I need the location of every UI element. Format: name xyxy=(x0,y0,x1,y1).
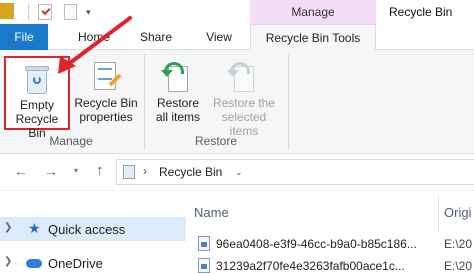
file-name: 96ea0408-e3f9-46cc-b9a0-b85c186... xyxy=(216,237,417,251)
window-title: Recycle Bin xyxy=(389,5,453,19)
restore-icon xyxy=(161,60,194,94)
empty-recycle-bin-label-line1: Empty xyxy=(19,98,54,112)
nav-item-onedrive[interactable]: ❯ OneDrive xyxy=(0,251,186,274)
navigation-pane: ❯ ★ Quick access ❯ OneDrive xyxy=(0,191,186,274)
ribbon-tab-bar: File Home Share View Recycle Bin Tools xyxy=(0,24,474,51)
toolbar-divider xyxy=(28,4,29,20)
forward-arrow-icon[interactable]: → xyxy=(44,163,58,179)
file-original-location: E:\20 xyxy=(444,259,473,273)
empty-recycle-bin-button[interactable]: Empty Recycle Bin xyxy=(4,56,70,140)
column-header-original-location[interactable]: Origi xyxy=(444,205,471,220)
column-divider[interactable] xyxy=(438,195,439,233)
recycle-bin-properties-button[interactable]: Recycle Bin properties xyxy=(74,56,138,130)
breadcrumb-recycle-bin[interactable]: Recycle Bin xyxy=(159,165,222,179)
properties-icon xyxy=(90,60,122,94)
properties-label-line1: Recycle Bin xyxy=(74,96,138,110)
recent-locations-chevron-down-icon[interactable]: ▾ xyxy=(74,166,78,175)
expand-chevron-icon[interactable]: ❯ xyxy=(4,256,12,267)
tab-view[interactable]: View xyxy=(199,24,239,50)
back-arrow-icon[interactable]: ← xyxy=(14,163,28,179)
title-bar: ▾ Manage Recycle Bin xyxy=(0,0,474,24)
restore-all-label-line1: Restore xyxy=(156,96,200,110)
context-tab-group-label: Manage xyxy=(250,0,376,24)
ribbon-panel: Empty Recycle Bin Recycle Bin properties… xyxy=(0,50,474,154)
breadcrumb-chevron-down-icon[interactable]: ⌄ xyxy=(235,167,243,178)
folder-icon xyxy=(0,3,14,19)
restore-selected-items-button[interactable]: Restore the selected items xyxy=(208,56,280,138)
file-row[interactable]: 96ea0408-e3f9-46cc-b9a0-b85c186... E:\20 xyxy=(186,233,474,255)
group-label-restore: Restore xyxy=(194,134,238,148)
breadcrumb-chevron-right-icon[interactable]: › xyxy=(143,164,147,178)
cloud-icon xyxy=(26,259,42,268)
tab-recycle-bin-tools[interactable]: Recycle Bin Tools xyxy=(250,24,376,51)
tab-file[interactable]: File xyxy=(0,24,48,50)
recycle-bin-icon xyxy=(21,62,53,96)
tab-home[interactable]: Home xyxy=(74,24,114,50)
group-divider xyxy=(288,54,289,150)
group-divider xyxy=(144,54,145,150)
up-arrow-icon[interactable]: ↑ xyxy=(96,162,104,179)
properties-label-line2: properties xyxy=(79,110,133,124)
group-label-manage: Manage xyxy=(49,134,93,148)
nav-item-label: Quick access xyxy=(48,222,126,237)
file-row[interactable]: 31239a2f70fe4e3263fafb00ace1c... E:\20 xyxy=(186,255,474,274)
new-folder-icon[interactable] xyxy=(64,4,77,20)
restore-selected-label-line1: Restore the xyxy=(212,96,276,110)
customize-toolbar-chevron-down-icon[interactable]: ▾ xyxy=(86,7,91,18)
file-name: 31239a2f70fe4e3263fafb00ace1c... xyxy=(216,259,405,273)
address-bar[interactable]: › Recycle Bin ⌄ xyxy=(116,159,474,185)
navigation-bar: ← → ▾ ↑ › Recycle Bin ⌄ xyxy=(0,154,474,190)
restore-selected-icon xyxy=(227,60,260,94)
expand-chevron-icon[interactable]: ❯ xyxy=(4,222,12,233)
nav-item-quick-access[interactable]: ❯ ★ Quick access xyxy=(0,217,186,241)
nav-item-label: OneDrive xyxy=(48,256,103,271)
star-icon: ★ xyxy=(28,220,41,236)
recycle-bin-icon xyxy=(123,165,135,179)
properties-icon[interactable] xyxy=(38,4,52,20)
file-icon xyxy=(198,258,210,273)
restore-all-label-line2: all items xyxy=(155,110,200,124)
file-original-location: E:\20 xyxy=(444,237,473,251)
tab-share[interactable]: Share xyxy=(136,24,176,50)
file-icon xyxy=(198,236,210,251)
file-list: Name Origi 96ea0408-e3f9-46cc-b9a0-b85c1… xyxy=(186,191,474,274)
column-header-name[interactable]: Name xyxy=(194,205,229,220)
restore-all-items-button[interactable]: Restore all items xyxy=(150,56,206,130)
